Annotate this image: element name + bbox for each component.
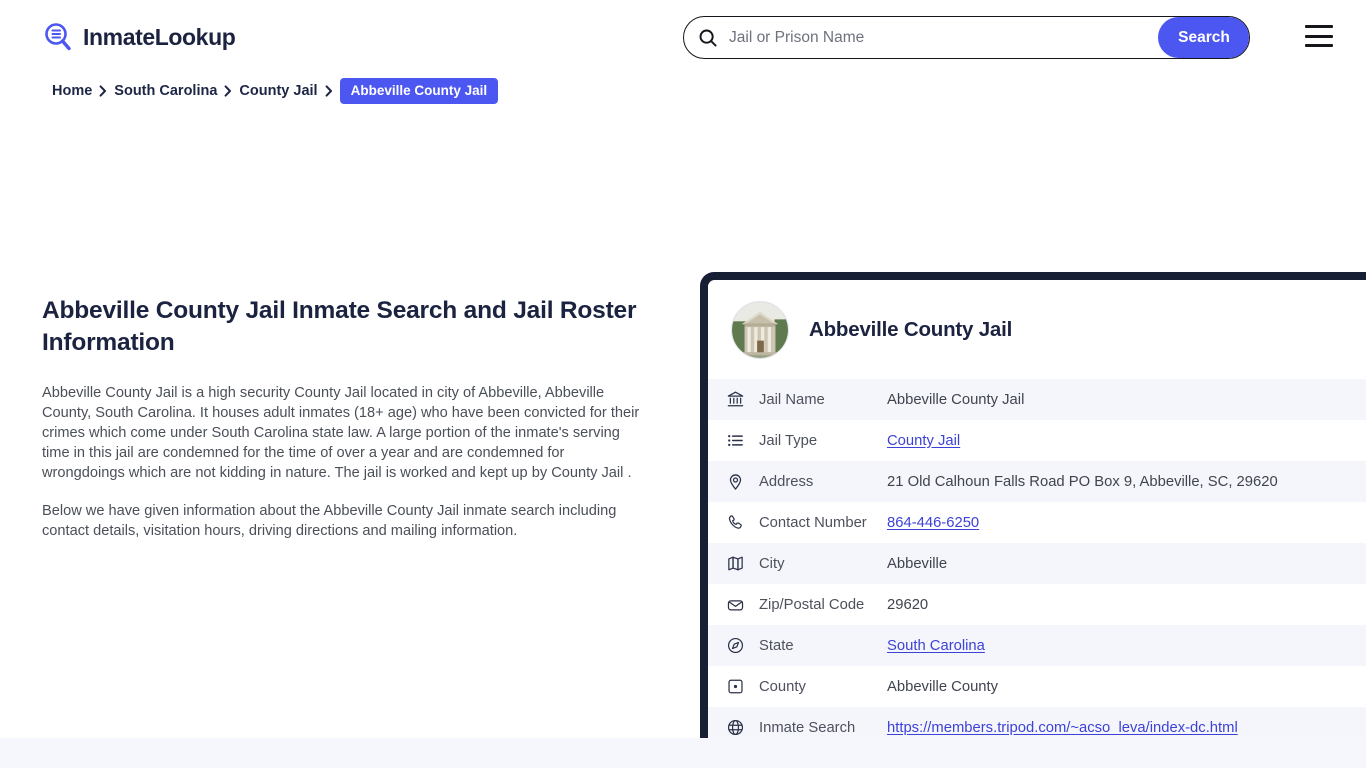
state-link[interactable]: South Carolina [887,638,1366,654]
chevron-right-icon [99,85,107,97]
footer-band [0,738,1366,768]
row-value: Abbeville County Jail [887,392,1366,408]
table-row: Jail Type County Jail [708,420,1366,461]
main-content: Abbeville County Jail Inmate Search and … [0,105,1366,745]
search-button[interactable]: Search [1158,17,1250,58]
row-value: Abbeville County [887,679,1366,695]
jail-info-card-header: Abbeville County Jail [708,280,1366,379]
page-title: Abbeville County Jail Inmate Search and … [42,295,642,359]
brand-name: InmateLookup [83,24,235,51]
menu-bar-1 [1305,25,1333,28]
compass-icon [726,636,745,655]
county-icon [726,677,745,696]
row-label: Contact Number [759,515,887,531]
brand-logo-link[interactable]: InmateLookup [42,21,235,53]
breadcrumb-item-home[interactable]: Home [52,83,92,99]
jail-info-card-title: Abbeville County Jail [809,318,1012,342]
site-header: InmateLookup Search [0,0,1366,74]
contact-number-link[interactable]: 864-446-6250 [887,515,1366,531]
search-icon [698,28,718,48]
row-label: Zip/Postal Code [759,597,887,613]
row-label: County [759,679,887,695]
magnifier-list-icon [42,21,74,53]
menu-bar-2 [1305,35,1333,38]
header-search-bar: Search [683,16,1250,59]
bank-icon [726,390,745,409]
row-label: Inmate Search [759,720,887,736]
row-value: 21 Old Calhoun Falls Road PO Box 9, Abbe… [887,474,1366,490]
table-row: Contact Number 864-446-6250 [708,502,1366,543]
globe-icon [726,718,745,737]
menu-bar-3 [1305,44,1333,47]
jail-info-card: Abbeville County Jail [700,272,1366,756]
hamburger-menu-icon[interactable] [1305,25,1333,47]
jail-type-link[interactable]: County Jail [887,433,1366,449]
row-label: State [759,638,887,654]
row-label: Jail Type [759,433,887,449]
table-row: County Abbeville County [708,666,1366,707]
breadcrumb: Home South Carolina County Jail Abbevill… [0,77,1366,105]
inmate-search-link[interactable]: https://members.tripod.com/~acso_leva/in… [887,720,1366,736]
row-value: Abbeville [887,556,1366,572]
list-icon [726,431,745,450]
table-row: Zip/Postal Code 29620 [708,584,1366,625]
table-row: Address 21 Old Calhoun Falls Road PO Box… [708,461,1366,502]
chevron-right-icon [224,85,232,97]
chevron-right-icon [325,85,333,97]
phone-icon [726,513,745,532]
jail-info-table: Jail Name Abbeville County Jail [708,379,1366,748]
intro-paragraph-1: Abbeville County Jail is a high security… [42,383,642,483]
breadcrumb-item-south-carolina[interactable]: South Carolina [114,83,217,99]
search-input[interactable] [718,17,1158,58]
table-row: City Abbeville [708,543,1366,584]
row-label: City [759,556,887,572]
intro-paragraph-2: Below we have given information about th… [42,501,642,541]
courthouse-avatar [731,301,789,359]
table-row: State South Carolina [708,625,1366,666]
breadcrumb-item-county-jail[interactable]: County Jail [239,83,317,99]
row-label: Jail Name [759,392,887,408]
breadcrumb-item-current: Abbeville County Jail [340,78,499,104]
row-label: Address [759,474,887,490]
table-row: Jail Name Abbeville County Jail [708,379,1366,420]
map-pin-icon [726,472,745,491]
jail-info-card-inner: Abbeville County Jail [708,280,1366,748]
map-icon [726,554,745,573]
row-value: 29620 [887,597,1366,613]
envelope-icon [726,595,745,614]
intro-column: Abbeville County Jail Inmate Search and … [42,295,642,541]
